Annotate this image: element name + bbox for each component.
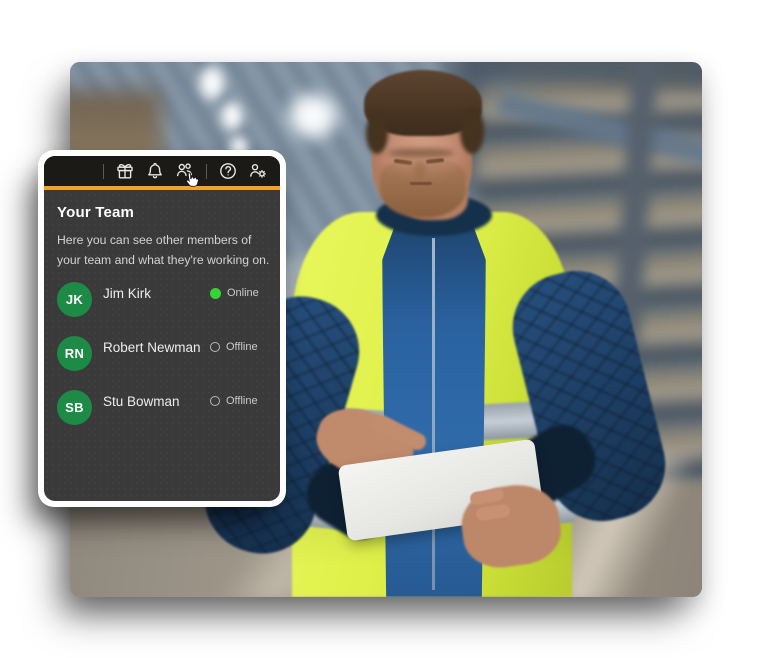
toolbar-divider: [103, 164, 104, 179]
toolbar-divider: [206, 164, 207, 179]
status-dot-icon: [210, 342, 220, 352]
ceiling-light: [218, 98, 246, 134]
popup-title: Your Team: [57, 204, 272, 221]
team-member-row[interactable]: SB Stu Bowman Offline: [57, 390, 272, 425]
member-name: Robert Newman: [103, 340, 210, 355]
team-member-row[interactable]: RN Robert Newman Offline: [57, 336, 272, 371]
your-team-popup: Your Team Here you can see other members…: [38, 150, 286, 507]
member-name: Stu Bowman: [103, 394, 210, 409]
status-label: Online: [227, 287, 259, 299]
status-dot-icon: [210, 396, 220, 406]
shirt-zipper: [432, 238, 435, 590]
team-people-icon[interactable]: [175, 161, 195, 181]
status-label: Offline: [226, 395, 258, 407]
popup-toolbar: [44, 156, 280, 186]
popup-description: Here you can see other members of your t…: [57, 230, 271, 270]
worker-mouth: [410, 182, 432, 185]
avatar: RN: [57, 336, 92, 371]
popup-body: Your Team Here you can see other members…: [44, 190, 280, 501]
worker-brow: [388, 148, 454, 158]
bell-icon[interactable]: [145, 161, 165, 181]
worker-hair-side: [366, 112, 388, 154]
worker-beard: [380, 160, 466, 218]
help-icon[interactable]: [218, 161, 238, 181]
ceiling-light: [282, 88, 344, 144]
user-settings-icon[interactable]: [248, 161, 268, 181]
member-status: Offline: [210, 341, 266, 353]
status-dot-icon: [210, 288, 221, 299]
member-name: Jim Kirk: [103, 286, 210, 301]
member-status: Online: [210, 287, 266, 299]
ceiling-light: [196, 62, 228, 104]
member-status: Offline: [210, 395, 266, 407]
avatar: SB: [57, 390, 92, 425]
worker-hair-side: [460, 108, 484, 154]
avatar: JK: [57, 282, 92, 317]
gift-icon[interactable]: [115, 161, 135, 181]
status-label: Offline: [226, 341, 258, 353]
team-member-row[interactable]: JK Jim Kirk Online: [57, 282, 272, 317]
popup-inner: Your Team Here you can see other members…: [44, 156, 280, 501]
